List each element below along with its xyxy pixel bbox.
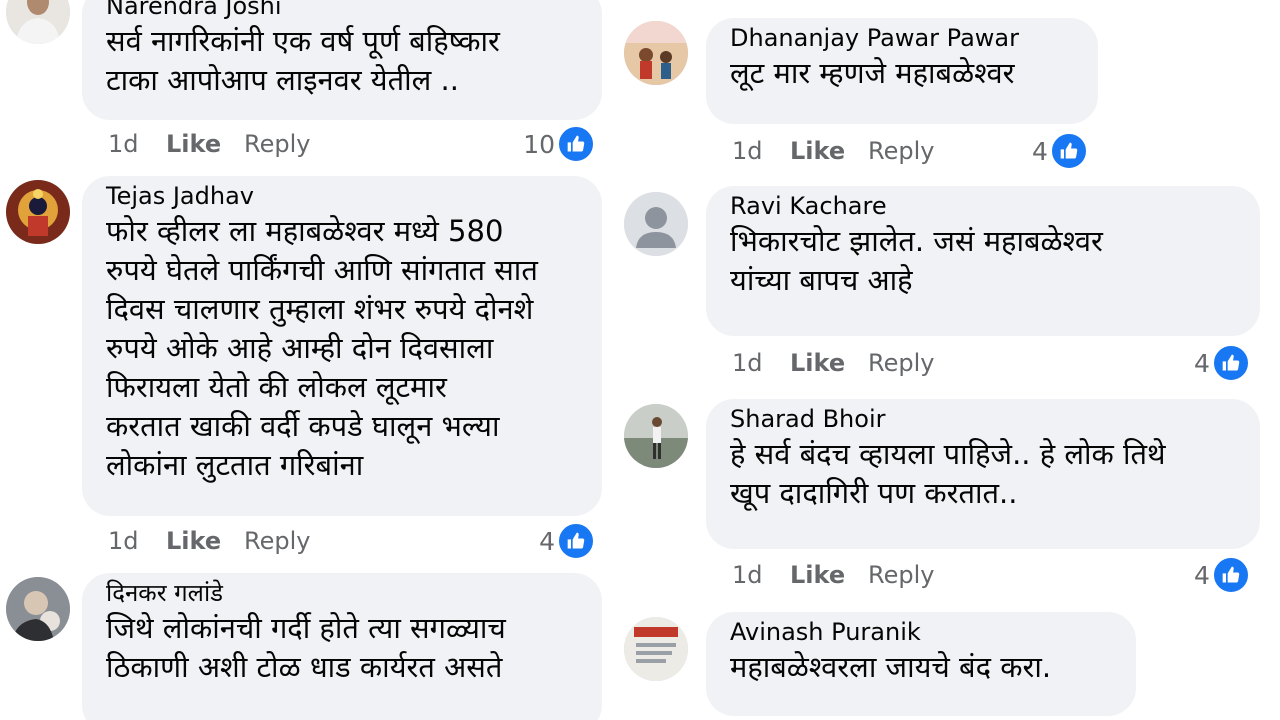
comment-author[interactable]: Sharad Bhoir [730,403,1236,435]
reply-button[interactable]: Reply [244,527,310,555]
avatar-deity-image-icon [6,180,70,244]
comment-actions: 1d Like Reply [108,126,310,162]
avatar[interactable] [624,21,688,85]
reply-button[interactable]: Reply [868,137,934,165]
comment-timestamp[interactable]: 1d [108,130,166,158]
avatar[interactable] [624,192,688,256]
comment-author[interactable]: Narendra Joshi [106,0,578,22]
default-profile-icon [624,192,688,256]
comment-actions: 1d Like Reply [732,133,934,169]
comment-actions: 1d Like Reply [732,557,934,593]
reaction-count: 4 [1194,560,1210,590]
comment-author[interactable]: Ravi Kachare [730,190,1236,222]
like-button[interactable]: Like [166,527,244,555]
avatar-photo-icon [6,577,70,641]
avatar[interactable] [6,0,70,44]
like-button[interactable]: Like [790,349,868,377]
comment-text: भिकारचोट झालेत. जसं महाबळेश्वर यांच्या ब… [730,224,1103,297]
comments-thread: Narendra Joshi सर्व नागरिकांनी एक वर्ष प… [0,0,1280,720]
avatar-photo-icon [624,21,688,85]
reaction-count: 10 [523,129,555,159]
avatar[interactable] [624,404,688,468]
comments-column-left: Narendra Joshi सर्व नागरिकांनी एक वर्ष प… [0,0,640,720]
reply-button[interactable]: Reply [868,349,934,377]
reaction-summary[interactable]: 10 [523,125,595,163]
comment-bubble: Sharad Bhoir हे सर्व बंदच व्हायला पाहिजे… [706,399,1260,549]
avatar[interactable] [6,180,70,244]
comment-author[interactable]: Avinash Puranik [730,616,1112,648]
reaction-summary[interactable]: 4 [1032,132,1088,170]
avatar[interactable] [624,617,688,681]
reply-button[interactable]: Reply [868,561,934,589]
comment-text: फोर व्हीलर ला महाबळेश्वर मध्ये 580 रुपये… [106,214,538,482]
avatar-photo-icon [6,0,70,44]
comment-timestamp[interactable]: 1d [732,349,790,377]
comment-author[interactable]: दिनकर गलांडे [106,577,578,609]
comment-bubble: Dhananjay Pawar Pawar लूट मार म्हणजे महा… [706,18,1098,124]
reaction-summary[interactable]: 4 [539,522,595,560]
comment-bubble: Avinash Puranik महाबळेश्वरला जायचे बंद क… [706,612,1136,716]
comment-author[interactable]: Dhananjay Pawar Pawar [730,22,1074,54]
reaction-summary[interactable]: 4 [1194,556,1250,594]
like-button[interactable]: Like [166,130,244,158]
thumbs-up-icon [1211,344,1250,382]
thumbs-up-icon [1049,132,1088,170]
thumbs-up-icon [557,125,595,163]
avatar-photo-icon [624,404,688,468]
reaction-count: 4 [1032,136,1048,166]
avatar[interactable] [6,577,70,641]
comment-bubble: Tejas Jadhav फोर व्हीलर ला महाबळेश्वर मध… [82,176,602,516]
like-button[interactable]: Like [790,137,868,165]
comment-timestamp[interactable]: 1d [732,561,790,589]
comment-text: सर्व नागरिकांनी एक वर्ष पूर्ण बहिष्कार ट… [106,24,500,97]
comment-text: जिथे लोकांनची गर्दी होते त्या सगळ्याच ठि… [106,611,506,684]
reaction-count: 4 [539,526,555,556]
thumbs-up-icon [557,522,595,560]
thumbs-up-icon [1211,556,1250,594]
comment-bubble: Narendra Joshi सर्व नागरिकांनी एक वर्ष प… [82,0,602,120]
reaction-summary[interactable]: 4 [1194,344,1250,382]
comment-bubble: Ravi Kachare भिकारचोट झालेत. जसं महाबळेश… [706,186,1260,336]
comment-text: महाबळेश्वरला जायचे बंद करा. [730,650,1052,684]
comment-actions: 1d Like Reply [732,345,934,381]
avatar-signboard-icon [624,617,688,681]
comment-timestamp[interactable]: 1d [108,527,166,555]
comment-bubble: दिनकर गलांडे जिथे लोकांनची गर्दी होते त्… [82,573,602,720]
comments-column-right: Dhananjay Pawar Pawar लूट मार म्हणजे महा… [624,0,1280,720]
comment-text: लूट मार म्हणजे महाबळेश्वर [730,56,1015,90]
comment-actions: 1d Like Reply [108,523,310,559]
reaction-count: 4 [1194,348,1210,378]
comment-author[interactable]: Tejas Jadhav [106,180,578,212]
like-button[interactable]: Like [790,561,868,589]
comment-timestamp[interactable]: 1d [732,137,790,165]
comment-text: हे सर्व बंदच व्हायला पाहिजे.. हे लोक तिथ… [730,437,1166,510]
reply-button[interactable]: Reply [244,130,310,158]
